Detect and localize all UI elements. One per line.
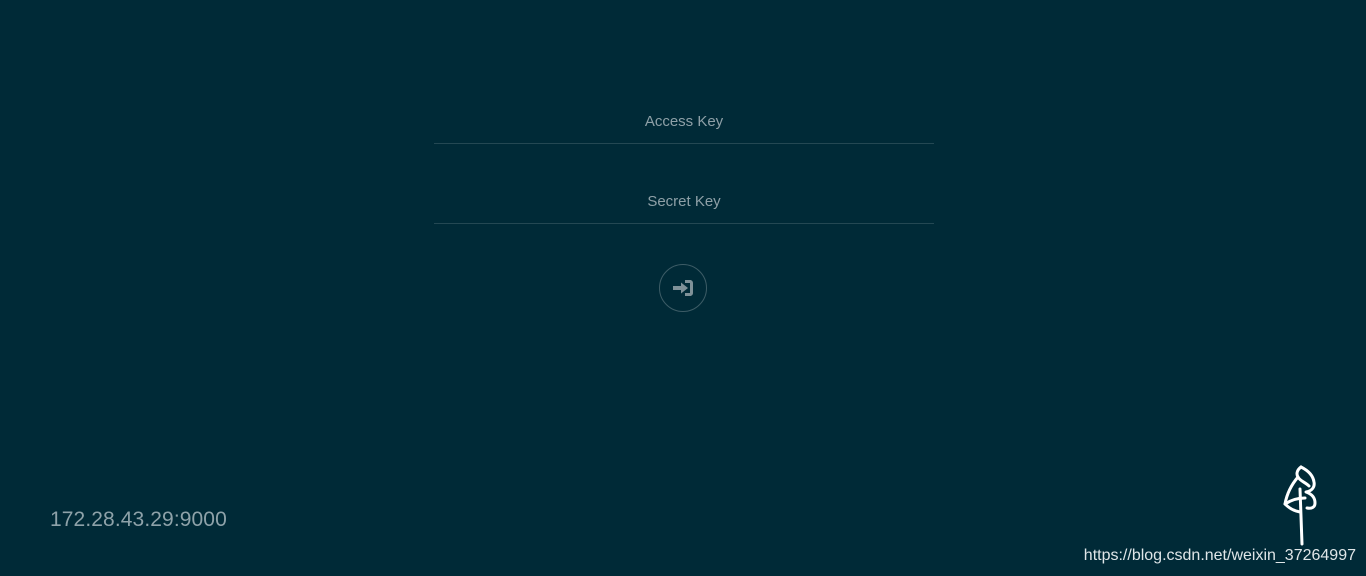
login-form [434, 0, 934, 330]
server-address: 172.28.43.29:9000 [50, 508, 227, 531]
watermark-url: https://blog.csdn.net/weixin_37264997 [1083, 547, 1356, 564]
secret-key-field[interactable] [434, 179, 934, 224]
sign-in-icon [673, 280, 693, 296]
sign-in-button[interactable] [659, 264, 707, 312]
access-key-field[interactable] [434, 99, 934, 144]
access-key-input[interactable] [434, 99, 934, 143]
secret-key-input[interactable] [434, 179, 934, 223]
minio-logo-icon [1283, 465, 1317, 546]
